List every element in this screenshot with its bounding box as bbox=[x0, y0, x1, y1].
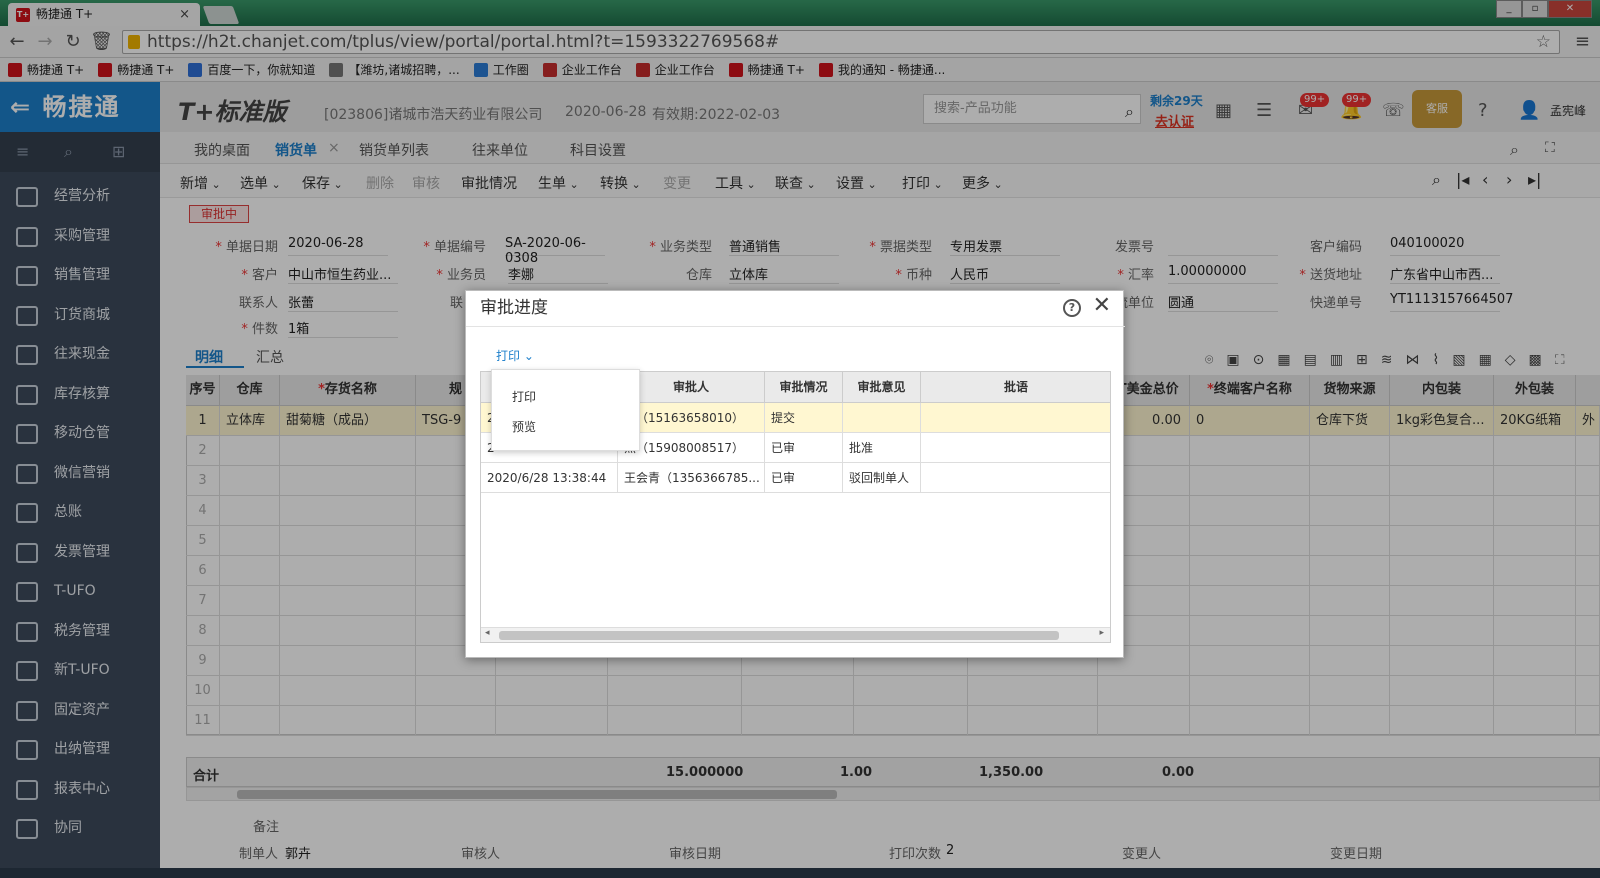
print-dropdown-label: 打印 bbox=[496, 349, 521, 363]
print-dropdown-menu: 打印 预览 bbox=[491, 369, 640, 451]
approval-cell: 卉（15163658010） bbox=[618, 403, 765, 433]
approval-cell: 已审 bbox=[765, 433, 843, 463]
help-icon[interactable]: ? bbox=[1063, 299, 1081, 317]
dialog-title: 审批进度 bbox=[466, 291, 1125, 327]
chevron-down-icon: ⌄ bbox=[523, 349, 534, 363]
approval-cell: 2020/6/28 13:38:44 bbox=[481, 463, 618, 493]
scroll-thumb[interactable] bbox=[499, 631, 1059, 640]
col-header-comment: 批语 bbox=[921, 372, 1110, 403]
col-header-approver: 审批人 bbox=[618, 372, 765, 403]
approval-grid-scrollbar[interactable]: ◂ ▸ bbox=[481, 627, 1110, 642]
menu-item-preview[interactable]: 预览 bbox=[512, 418, 536, 435]
scroll-left-icon[interactable]: ◂ bbox=[485, 628, 490, 638]
approval-cell: 驳回制单人 bbox=[843, 463, 921, 493]
approval-cell bbox=[921, 403, 1110, 433]
approval-cell bbox=[843, 403, 921, 433]
approval-cell: 王会青（1356366785... bbox=[618, 463, 765, 493]
approval-progress-dialog: 审批进度 ? ✕ 打印 ⌄ 审批人 审批情况 审批意见 批语 2卉（151636… bbox=[465, 290, 1125, 658]
scroll-right-icon[interactable]: ▸ bbox=[1099, 628, 1104, 638]
approval-row[interactable]: 2020/6/28 13:38:44 王会青（1356366785... 已审 驳回制… bbox=[481, 463, 1110, 493]
menu-item-print[interactable]: 打印 bbox=[512, 388, 536, 405]
approval-cell: 已审 bbox=[765, 463, 843, 493]
approval-cell: 批准 bbox=[843, 433, 921, 463]
col-header-status: 审批情况 bbox=[765, 372, 843, 403]
print-dropdown[interactable]: 打印 ⌄ bbox=[496, 347, 534, 364]
approval-cell bbox=[921, 463, 1110, 493]
approval-cell: 杰（15908008517） bbox=[618, 433, 765, 463]
close-icon[interactable]: ✕ bbox=[1093, 293, 1111, 318]
col-header-opinion: 审批意见 bbox=[843, 372, 921, 403]
approval-cell bbox=[921, 433, 1110, 463]
approval-cell: 提交 bbox=[765, 403, 843, 433]
